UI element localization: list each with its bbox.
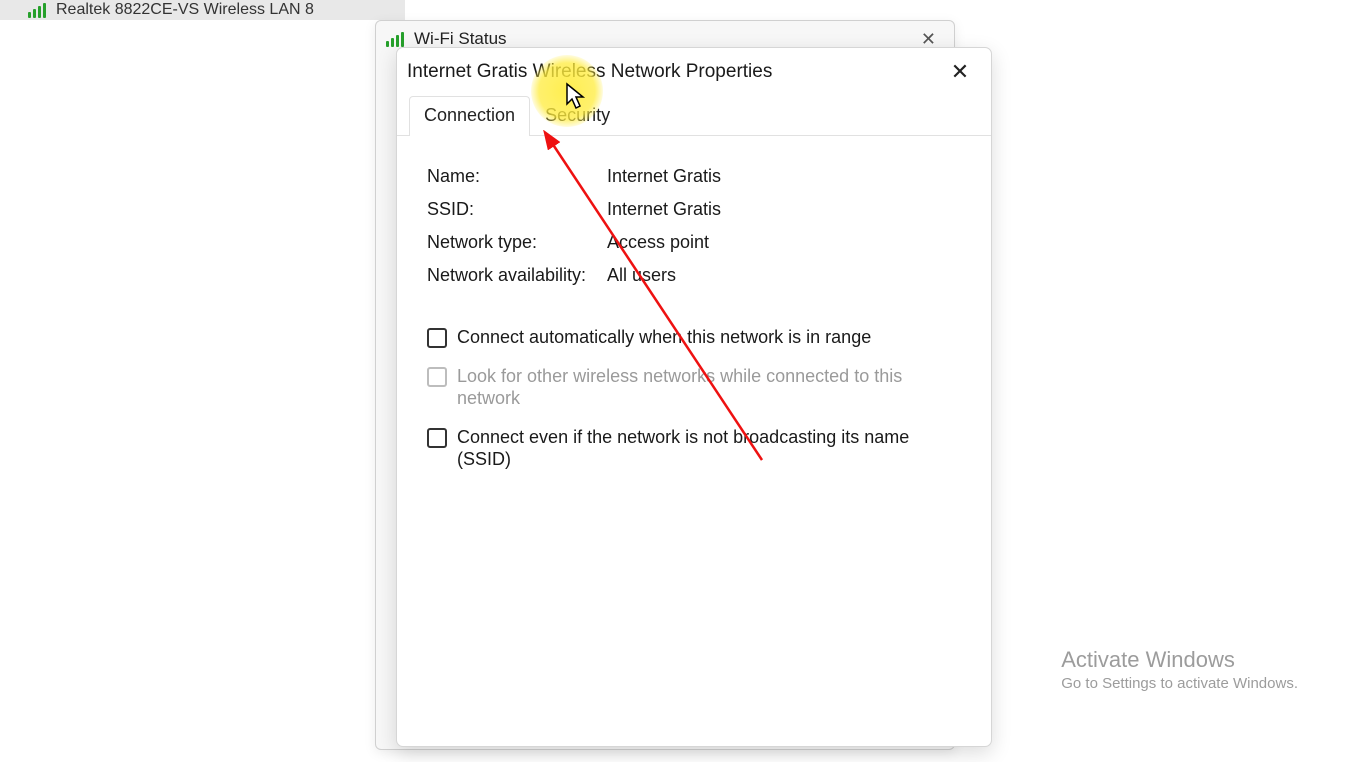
tab-strip: Connection Security <box>397 96 991 136</box>
checkbox-row-auto-connect[interactable]: Connect automatically when this network … <box>427 326 961 349</box>
info-label: Network availability: <box>427 265 607 286</box>
tab-label: Connection <box>424 105 515 125</box>
adapter-name: Realtek 8822CE-VS Wireless LAN 8 <box>56 1 314 19</box>
dialog-title: Internet Gratis Wireless Network Propert… <box>407 61 772 83</box>
checkbox-label: Connect automatically when this network … <box>457 326 871 349</box>
info-value: Internet Gratis <box>607 199 721 220</box>
info-row-ssid: SSID: Internet Gratis <box>427 199 961 220</box>
watermark-title: Activate Windows <box>1061 647 1298 673</box>
activate-windows-watermark: Activate Windows Go to Settings to activ… <box>1061 647 1298 692</box>
info-value: All users <box>607 265 676 286</box>
tab-content-connection: Name: Internet Gratis SSID: Internet Gra… <box>397 136 991 517</box>
network-list-row[interactable]: Realtek 8822CE-VS Wireless LAN 8 <box>0 0 405 20</box>
network-properties-dialog: Internet Gratis Wireless Network Propert… <box>396 47 992 747</box>
checkbox-label: Look for other wireless networks while c… <box>457 365 947 410</box>
dialog-titlebar: Internet Gratis Wireless Network Propert… <box>397 48 991 96</box>
tab-label: Security <box>545 105 610 125</box>
checkbox-icon <box>427 367 447 387</box>
wifi-status-title: Wi-Fi Status <box>414 29 507 49</box>
wifi-signal-icon <box>386 32 406 47</box>
close-button[interactable]: ✕ <box>939 54 981 90</box>
info-row-name: Name: Internet Gratis <box>427 166 961 187</box>
info-row-network-availability: Network availability: All users <box>427 265 961 286</box>
checkbox-label: Connect even if the network is not broad… <box>457 426 947 471</box>
checkbox-group: Connect automatically when this network … <box>427 326 961 471</box>
info-label: SSID: <box>427 199 607 220</box>
info-label: Name: <box>427 166 607 187</box>
tab-security[interactable]: Security <box>530 96 625 136</box>
checkbox-icon[interactable] <box>427 428 447 448</box>
close-icon: ✕ <box>951 59 969 85</box>
wifi-signal-icon <box>28 3 48 18</box>
checkbox-row-look-other: Look for other wireless networks while c… <box>427 365 961 410</box>
watermark-subtitle: Go to Settings to activate Windows. <box>1061 675 1298 692</box>
info-label: Network type: <box>427 232 607 253</box>
checkbox-icon[interactable] <box>427 328 447 348</box>
info-value: Internet Gratis <box>607 166 721 187</box>
checkbox-row-connect-hidden[interactable]: Connect even if the network is not broad… <box>427 426 961 471</box>
info-value: Access point <box>607 232 709 253</box>
tab-connection[interactable]: Connection <box>409 96 530 136</box>
info-row-network-type: Network type: Access point <box>427 232 961 253</box>
